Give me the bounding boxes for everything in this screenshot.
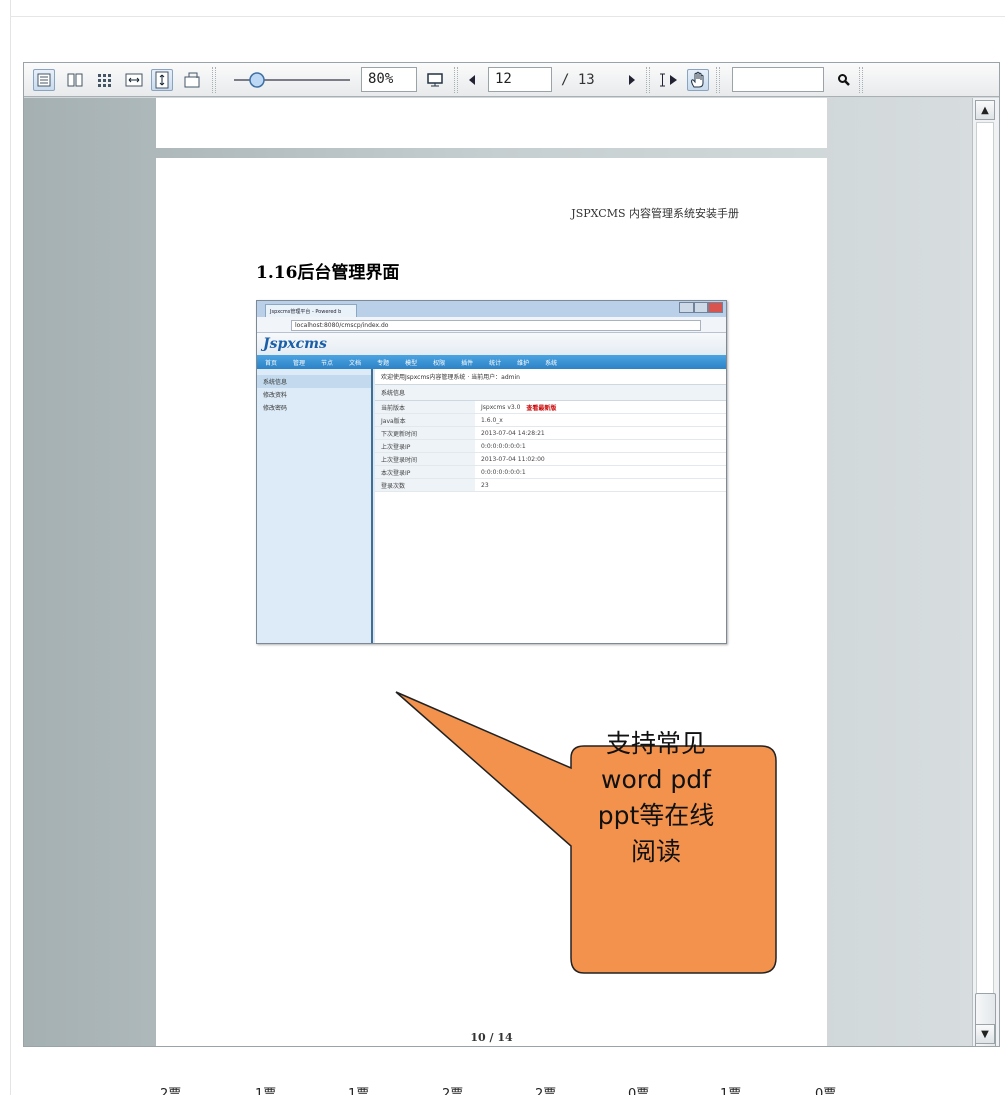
document-viewer: 80% 12 / 13 JSPXCMS 内容管理系统安装手册 1.16后台管理界… bbox=[23, 62, 1000, 1047]
page-number-input[interactable]: 12 bbox=[488, 67, 552, 92]
scroll-track[interactable] bbox=[976, 122, 994, 1002]
thumbnail-view-icon[interactable] bbox=[93, 69, 115, 91]
page-number-footer: 10 / 14 bbox=[470, 1031, 513, 1044]
fit-height-icon[interactable] bbox=[151, 69, 173, 91]
vote-count: 0票 bbox=[628, 1087, 650, 1095]
fit-width-icon[interactable] bbox=[123, 69, 145, 91]
scroll-up-icon[interactable]: ▲ bbox=[975, 100, 995, 120]
toolbar-separator bbox=[716, 67, 720, 93]
presentation-mode-icon[interactable] bbox=[424, 69, 446, 91]
vote-count: 0票 bbox=[815, 1087, 837, 1095]
next-page-icon[interactable] bbox=[621, 69, 643, 91]
left-border bbox=[10, 0, 11, 1095]
search-input[interactable] bbox=[732, 67, 824, 92]
document-page: JSPXCMS 内容管理系统安装手册 1.16后台管理界面 Jspxcms管理平… bbox=[156, 158, 827, 1046]
two-page-view-icon[interactable] bbox=[64, 69, 86, 91]
previous-page-icon[interactable] bbox=[461, 69, 483, 91]
previous-page-bottom bbox=[156, 98, 827, 148]
vote-counts-row: 2票 1票 1票 2票 2票 0票 1票 0票 bbox=[0, 1083, 1005, 1095]
callout-bubble bbox=[395, 691, 777, 974]
zoom-level-input[interactable]: 80% bbox=[361, 67, 417, 92]
toolbar-separator bbox=[859, 67, 863, 93]
toolbar-separator bbox=[212, 67, 216, 93]
search-icon[interactable] bbox=[833, 69, 855, 91]
hand-tool-icon[interactable] bbox=[687, 69, 709, 91]
vote-count: 1票 bbox=[348, 1087, 370, 1095]
vote-count: 2票 bbox=[442, 1087, 464, 1095]
vote-count: 2票 bbox=[535, 1087, 557, 1095]
document-scroll-area[interactable]: JSPXCMS 内容管理系统安装手册 1.16后台管理界面 Jspxcms管理平… bbox=[24, 98, 972, 1046]
vote-count: 1票 bbox=[255, 1087, 277, 1095]
toolbar-separator bbox=[646, 67, 650, 93]
vote-count: 2票 bbox=[160, 1087, 182, 1095]
viewer-toolbar: 80% 12 / 13 bbox=[24, 63, 999, 97]
scroll-down-icon[interactable]: ▼ bbox=[975, 1024, 995, 1044]
vote-count: 1票 bbox=[720, 1087, 742, 1095]
zoom-slider[interactable] bbox=[224, 69, 354, 91]
single-page-view-icon[interactable] bbox=[33, 69, 55, 91]
vertical-scrollbar[interactable]: ▲ ▼ bbox=[972, 98, 999, 1046]
fullscreen-icon[interactable] bbox=[181, 69, 203, 91]
top-border bbox=[10, 16, 1005, 17]
callout-text: 支持常见 word pdf ppt等在线 阅读 bbox=[597, 729, 715, 866]
text-select-icon[interactable] bbox=[656, 69, 682, 91]
toolbar-separator bbox=[454, 67, 458, 93]
page-total-label: / 13 bbox=[561, 72, 595, 88]
